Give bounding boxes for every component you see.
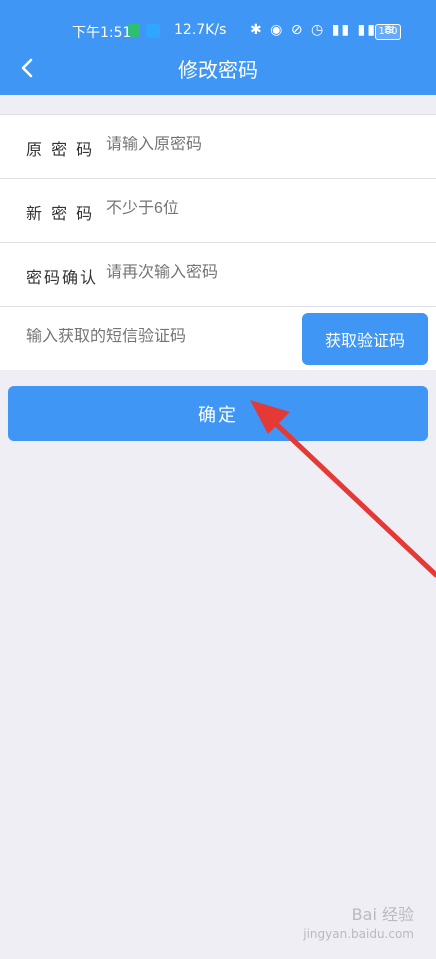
app-notification-icon — [146, 24, 160, 38]
watermark-url: jingyan.baidu.com — [303, 927, 414, 941]
status-time: 下午1:51 — [72, 25, 132, 41]
confirm-password-label: 密码确认 — [26, 268, 99, 287]
new-password-row: 新 密 码 — [0, 178, 436, 242]
battery-icon: 100 — [375, 24, 401, 40]
sms-code-row: 获取验证码 — [0, 306, 436, 370]
change-password-form: 原 密 码 新 密 码 密码确认 获取验证码 — [0, 114, 436, 370]
new-password-label: 新 密 码 — [26, 204, 95, 223]
old-password-input[interactable] — [106, 136, 406, 154]
confirm-password-input[interactable] — [106, 264, 406, 282]
status-bar: 下午1:51 12.7K/s ✱ ◉ ⊘ ◷ ▮▮ ▮▮ ≋ 100 — [0, 18, 436, 46]
confirm-button[interactable]: 确定 — [8, 386, 428, 441]
old-password-row: 原 密 码 — [0, 114, 436, 178]
old-password-label: 原 密 码 — [26, 140, 95, 159]
new-password-input[interactable] — [106, 200, 406, 218]
sms-code-input[interactable] — [26, 328, 276, 346]
baidu-watermark: Bai 经验 jingyan.baidu.com — [303, 901, 414, 941]
app-header: 下午1:51 12.7K/s ✱ ◉ ⊘ ◷ ▮▮ ▮▮ ≋ 100 修改密码 — [0, 0, 436, 95]
get-code-button[interactable]: 获取验证码 — [302, 313, 428, 365]
network-speed: 12.7K/s — [174, 22, 227, 38]
security-shield-icon — [128, 24, 140, 38]
watermark-text: Bai 经验 — [351, 905, 414, 924]
confirm-password-row: 密码确认 — [0, 242, 436, 306]
page-title: 修改密码 — [178, 58, 258, 82]
